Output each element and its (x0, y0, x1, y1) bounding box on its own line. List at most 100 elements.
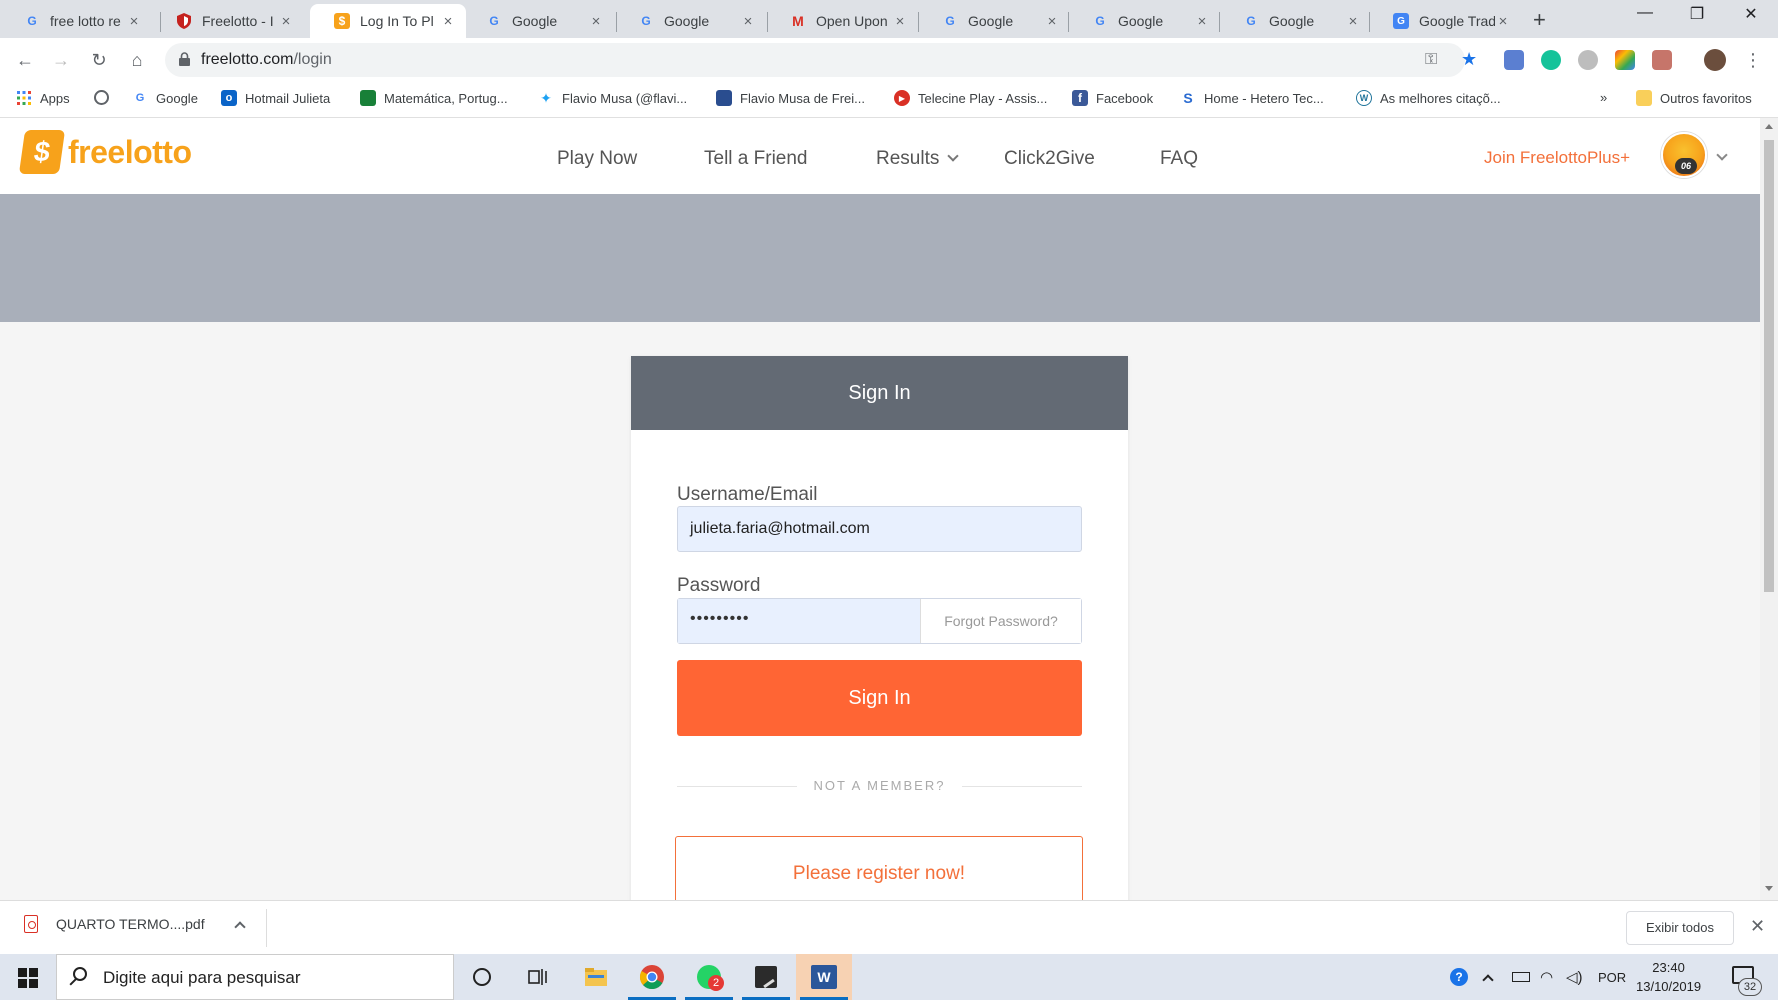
tab-2-active[interactable]: $ Log In To Pl × (310, 4, 466, 38)
bookmark-citacoes[interactable]: W As melhores citaçõ... (1356, 90, 1501, 106)
home-icon[interactable]: ⌂ (126, 49, 148, 71)
search-icon (73, 967, 87, 981)
address-bar[interactable]: freelotto.com/login ⚿ ★ (165, 43, 1477, 77)
sign-in-button[interactable]: Sign In (677, 660, 1082, 736)
bookmark-label: Facebook (1096, 90, 1154, 106)
chevron-up-icon[interactable] (1482, 954, 1494, 1000)
forward-icon[interactable]: → (50, 49, 72, 71)
bookmark-hetero[interactable]: S Home - Hetero Tec... (1180, 90, 1323, 106)
menu-kebab-icon[interactable]: ⋮ (1742, 49, 1764, 71)
task-view-icon[interactable] (510, 954, 566, 1000)
close-icon[interactable]: × (740, 13, 756, 30)
new-tab-button[interactable]: + (1533, 7, 1546, 33)
minimize-window-button[interactable]: — (1630, 4, 1660, 22)
overflow-label: » (1600, 90, 1608, 105)
wifi-icon[interactable]: ◠ (1540, 954, 1553, 1000)
bookmark-google[interactable]: G Google (132, 90, 198, 106)
close-icon[interactable]: × (278, 13, 294, 30)
cortana-icon[interactable] (454, 954, 510, 1000)
bookmark-globe[interactable] (94, 90, 117, 105)
bookmark-twitter[interactable]: ✦ Flavio Musa (@flavi... (538, 90, 687, 106)
freelotto-logo[interactable]: $ freelotto (18, 130, 192, 174)
bookmark-label: Outros favoritos (1660, 90, 1752, 106)
scroll-down-icon[interactable] (1765, 886, 1773, 891)
nav-faq[interactable]: FAQ (1160, 148, 1198, 170)
reload-icon[interactable]: ↻ (88, 49, 110, 71)
extension-icon[interactable] (1578, 50, 1598, 70)
close-icon[interactable]: × (1194, 13, 1210, 30)
grammarly-extension-icon[interactable] (1541, 50, 1561, 70)
close-icon[interactable]: × (126, 13, 142, 30)
tab-title: Google (512, 13, 558, 29)
nav-click2give[interactable]: Click2Give (1004, 148, 1095, 170)
sticky-app-icon[interactable] (738, 954, 794, 1000)
page-scrollbar[interactable] (1760, 118, 1778, 900)
help-icon[interactable]: ? (1450, 954, 1468, 1000)
key-icon[interactable]: ⚿ (1425, 51, 1437, 69)
taskbar-search-box[interactable]: Digite aqui para pesquisar (56, 954, 454, 1000)
word-taskbar-icon[interactable]: W (796, 954, 852, 1000)
tab-8[interactable]: G Google × (1219, 4, 1371, 38)
facebook-icon: f (1072, 90, 1088, 106)
bookmark-label: Matemática, Portug... (384, 90, 508, 106)
whatsapp-taskbar-icon[interactable]: 2 (681, 954, 737, 1000)
tab-6[interactable]: G Google × (918, 4, 1070, 38)
bookmark-telecine[interactable]: ▶ Telecine Play - Assis... (894, 90, 1047, 106)
lock-icon (179, 52, 190, 66)
bookmarks-overflow-chevron[interactable]: » (1600, 90, 1607, 105)
pdf-extension-icon[interactable] (1652, 50, 1672, 70)
chevron-up-icon[interactable] (234, 921, 246, 933)
download-item[interactable]: QUARTO TERMO....pdf (24, 915, 205, 933)
close-icon[interactable]: × (1345, 13, 1361, 30)
colorful-extension-icon[interactable] (1615, 50, 1635, 70)
tab-4[interactable]: G Google × (614, 4, 766, 38)
back-icon[interactable]: ← (14, 49, 36, 71)
forgot-password-link[interactable]: Forgot Password? (920, 599, 1081, 643)
profile-avatar-icon[interactable] (1704, 49, 1726, 71)
language-indicator[interactable]: POR (1598, 954, 1626, 1000)
restore-window-button[interactable]: ❐ (1682, 4, 1712, 24)
join-freelottoplus-link[interactable]: Join FreelottoPlus+ (1484, 148, 1630, 168)
close-icon[interactable]: × (588, 13, 604, 30)
nav-tell-a-friend[interactable]: Tell a Friend (704, 148, 808, 170)
sign-in-card: Sign In Username/Email julieta.faria@hot… (631, 356, 1128, 900)
bookmark-classroom[interactable]: Matemática, Portug... (360, 90, 508, 106)
tab-3[interactable]: G Google × (462, 4, 614, 38)
tab-1[interactable]: Freelotto - I × (152, 4, 304, 38)
close-icon[interactable]: × (892, 13, 908, 30)
password-group: ••••••••• Forgot Password? (677, 598, 1082, 644)
avatar[interactable]: 06 (1661, 132, 1707, 178)
calendar-extension-icon[interactable] (1504, 50, 1524, 70)
nav-results[interactable]: Results (876, 148, 960, 170)
show-all-downloads-button[interactable]: Exibir todos (1626, 911, 1734, 945)
nav-play-now[interactable]: Play Now (557, 148, 637, 170)
star-bookmark-icon[interactable]: ★ (1461, 49, 1477, 70)
chevron-down-icon[interactable] (1716, 149, 1728, 161)
tab-title: Google (968, 13, 1014, 29)
close-icon[interactable]: × (440, 13, 456, 30)
bookmark-other-folder[interactable]: Outros favoritos (1636, 90, 1752, 106)
tab-9[interactable]: G Google Trad × (1369, 4, 1521, 38)
username-input[interactable]: julieta.faria@hotmail.com (677, 506, 1082, 552)
close-icon[interactable]: ✕ (1750, 916, 1765, 937)
bookmark-facebook[interactable]: f Facebook (1072, 90, 1153, 106)
tab-0[interactable]: G free lotto re × (0, 4, 152, 38)
tab-7[interactable]: G Google × (1068, 4, 1220, 38)
register-button[interactable]: Please register now! (675, 836, 1083, 900)
password-input[interactable]: ••••••••• (678, 599, 920, 643)
windows-start-icon[interactable] (18, 968, 38, 988)
chrome-taskbar-icon[interactable] (624, 954, 680, 1000)
battery-icon[interactable] (1512, 954, 1530, 1000)
bookmark-apps[interactable]: Apps (16, 90, 70, 106)
close-icon[interactable]: × (1495, 13, 1511, 30)
tab-5[interactable]: M Open Upon × (766, 4, 918, 38)
close-window-button[interactable]: ✕ (1736, 4, 1766, 24)
close-icon[interactable]: × (1044, 13, 1060, 30)
scroll-up-icon[interactable] (1765, 124, 1773, 129)
bookmark-lattes[interactable]: Flavio Musa de Frei... (716, 90, 865, 106)
volume-icon[interactable]: ◁) (1566, 954, 1583, 1000)
scrollbar-thumb[interactable] (1764, 140, 1774, 592)
file-explorer-icon[interactable] (568, 954, 624, 1000)
taskbar-clock[interactable]: 23:40 13/10/2019 (1636, 958, 1701, 996)
bookmark-hotmail[interactable]: o Hotmail Julieta (221, 90, 330, 106)
